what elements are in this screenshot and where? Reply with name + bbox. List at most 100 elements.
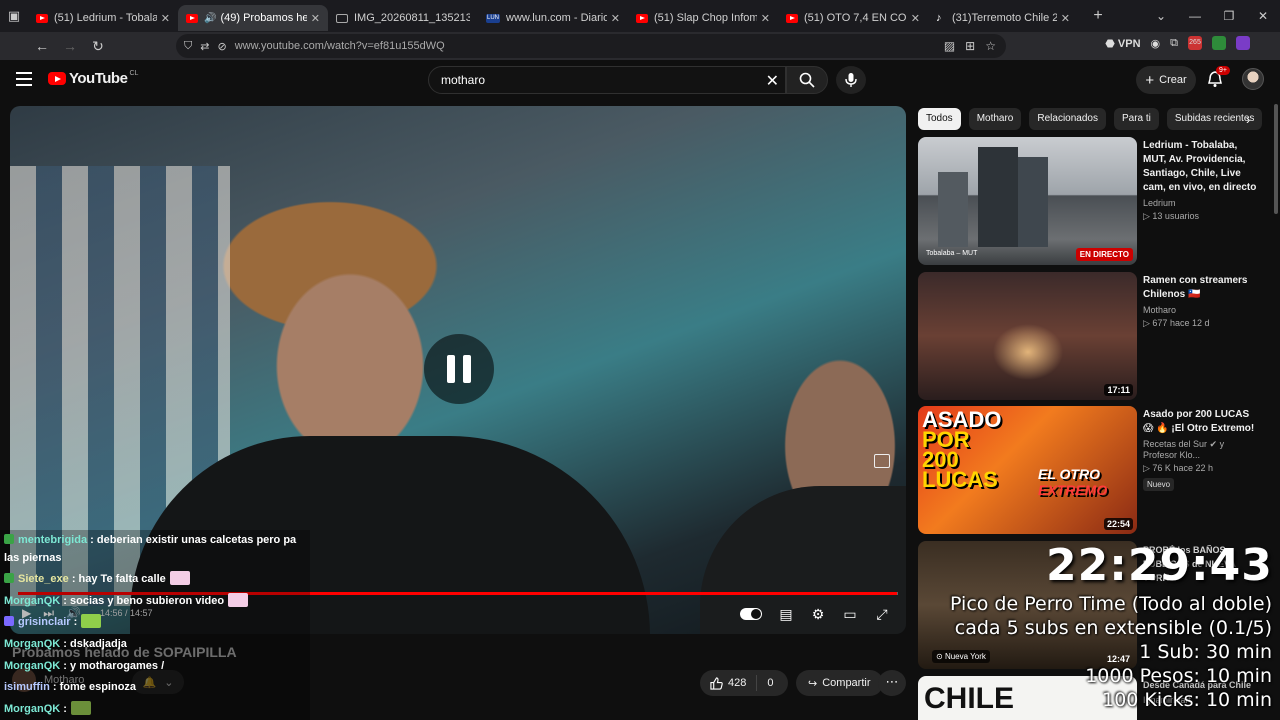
bookmark-star-icon[interactable]: ☆ <box>985 39 996 53</box>
views-text: 677 hace 12 d <box>1152 318 1210 328</box>
search-button[interactable] <box>786 66 828 94</box>
menu-icon[interactable] <box>16 72 32 86</box>
search-input[interactable]: motharo ✕ <box>428 66 786 94</box>
install-app-icon[interactable]: ⊞ <box>965 39 975 53</box>
youtube-favicon-icon <box>36 13 48 23</box>
recommendation-channel[interactable]: Motharo <box>1143 305 1258 315</box>
dislike-button[interactable]: 0 <box>757 677 773 689</box>
plus-icon: + <box>1145 71 1155 89</box>
browser-tab[interactable]: (51) Ledrium - Tobalaba, MUT, A ✕ <box>28 5 178 31</box>
subtitles-icon[interactable]: ▤ <box>778 606 794 622</box>
tab-actions-icon[interactable]: ▣ <box>0 0 28 32</box>
browser-tab[interactable]: LUN www.lun.com - Diario Las Ultim ✕ <box>478 5 628 31</box>
overlay-line: cada 5 subs en extensible (0.1/5) <box>954 617 1272 639</box>
dislike-count: 0 <box>767 677 774 689</box>
chevron-right-icon[interactable]: › <box>1246 112 1250 127</box>
voice-search-button[interactable] <box>836 66 866 94</box>
back-icon[interactable]: ← <box>30 38 54 54</box>
speaker-icon[interactable]: 🔊 <box>204 13 216 24</box>
tab-title: (31)Terremoto Chile 2015 Coqu <box>952 12 1057 24</box>
recommendation-views: ▷ 76 K hace 22 h <box>1143 463 1213 473</box>
fullscreen-icon[interactable]: ⤢ <box>874 606 890 622</box>
extensions-icon[interactable]: ⧉ <box>1170 37 1178 50</box>
recommendation-item[interactable]: EN DIRECTO Tobalaba – MUT Ledrium - Toba… <box>918 137 1258 265</box>
miniplayer-icon[interactable] <box>874 454 890 468</box>
screenshot-icon[interactable]: ▨ <box>944 39 955 53</box>
site-settings-icon[interactable]: ⇄ <box>200 40 209 53</box>
green-extension-icon[interactable] <box>1212 36 1226 50</box>
chip-todos[interactable]: Todos <box>918 108 961 130</box>
reload-icon[interactable]: ↻ <box>86 38 110 55</box>
recommendation-channel[interactable]: Ledrium <box>1143 198 1258 208</box>
stream-overlay-text: Pico de Perro Time (Todo al doble) cada … <box>950 592 1272 712</box>
recommendation-channel[interactable]: Recetas del Sur ✔ y Profesor Klo... <box>1143 439 1258 460</box>
theater-mode-icon[interactable]: ▭ <box>842 606 858 622</box>
recommendation-title[interactable]: Ledrium - Tobalaba, MUT, Av. Providencia… <box>1143 139 1258 195</box>
chat-username: Siete_exe <box>18 573 69 585</box>
browser-tab-bar: ▣ (51) Ledrium - Tobalaba, MUT, A ✕ 🔊 (49)… <box>0 0 1280 32</box>
emote-icon <box>81 614 102 628</box>
purple-extension-icon[interactable] <box>1236 36 1250 50</box>
browser-tab[interactable]: IMG_20260811_135213.jpg <box>328 5 478 31</box>
thumbnail-text-line: LUCAS <box>922 467 998 492</box>
logo-text: YouTube <box>69 70 128 87</box>
chip-relacionados[interactable]: Relacionados <box>1029 108 1106 130</box>
shield-icon[interactable]: ⛉ <box>184 40 192 53</box>
youtube-logo[interactable]: YouTube CL <box>48 70 138 87</box>
search-icon <box>799 72 815 88</box>
thumbnail-text: EL OTRO EXTREMO <box>1038 466 1107 498</box>
clear-search-icon[interactable]: ✕ <box>766 71 779 91</box>
thumbnail-caption: Tobalaba – MUT <box>926 250 978 257</box>
address-bar[interactable]: ⛉ ⇄ ⊘ www.youtube.com/watch?v=ef81u155dW… <box>176 34 1006 58</box>
chat-username: isimuffin <box>4 681 50 693</box>
video-thumbnail[interactable]: ASADO POR 200 LUCAS EL OTRO EXTREMO 22:54 <box>918 406 1137 534</box>
like-button[interactable]: 428 <box>700 675 758 691</box>
create-button[interactable]: + Crear <box>1136 66 1196 94</box>
close-window-icon[interactable]: ✕ <box>1246 9 1280 23</box>
chat-text: : y motharogames / <box>63 660 165 672</box>
vpn-icon[interactable]: ⬣ VPN <box>1105 37 1140 50</box>
close-tab-icon[interactable]: ✕ <box>911 12 920 25</box>
chip-motharo[interactable]: Motharo <box>968 108 1022 130</box>
page-scrollbar[interactable] <box>1274 104 1278 214</box>
browser-tab[interactable]: ♪ (31)Terremoto Chile 2015 Coqu ✕ <box>928 5 1078 31</box>
chat-text: : hay Te falta calle <box>71 573 166 585</box>
close-tab-icon[interactable]: ✕ <box>161 12 170 25</box>
restore-icon[interactable]: ❐ <box>1212 9 1246 23</box>
minimize-icon[interactable]: — <box>1178 9 1212 23</box>
share-button[interactable]: ↪ Compartir <box>796 670 883 696</box>
tab-search-icon[interactable]: ⌄ <box>1144 9 1178 23</box>
chip-para-ti[interactable]: Para ti <box>1113 108 1159 130</box>
extension-badge[interactable]: 265 <box>1188 36 1202 50</box>
new-tab-button[interactable]: + <box>1088 7 1108 25</box>
chat-message-continued: las piernas <box>4 550 61 567</box>
profile-icon[interactable]: ◉ <box>1151 37 1161 50</box>
video-thumbnail[interactable]: EN DIRECTO Tobalaba – MUT <box>918 137 1137 265</box>
recommendation-item[interactable]: 17:11 Ramen con streamers Chilenos 🇨🇱 Mo… <box>918 272 1258 400</box>
recommendation-title[interactable]: Ramen con streamers Chilenos 🇨🇱 <box>1143 274 1258 302</box>
recommendation-title[interactable]: Asado por 200 LUCAS 😱 🔥 ¡El Otro Extremo… <box>1143 408 1258 436</box>
close-tab-icon[interactable]: ✕ <box>611 12 620 25</box>
more-actions-icon[interactable]: ⋯ <box>878 670 906 696</box>
avatar[interactable] <box>1242 68 1264 90</box>
camera-off-icon[interactable]: ⊘ <box>217 40 226 53</box>
pause-button[interactable] <box>424 334 494 404</box>
browser-tab-active[interactable]: 🔊 (49) Probamos helado de S ✕ <box>178 5 328 31</box>
notifications-button[interactable]: 9+ <box>1206 66 1230 90</box>
recommendation-item[interactable]: ASADO POR 200 LUCAS EL OTRO EXTREMO 22:54 As… <box>918 406 1258 534</box>
autoplay-toggle[interactable] <box>740 608 762 620</box>
tab-title: (51) OTO 7,4 EN COLOMBIA ¿E <box>804 12 907 24</box>
close-tab-icon[interactable]: ✕ <box>761 12 770 25</box>
youtube-favicon-icon <box>186 13 198 23</box>
views-text: 76 K hace 22 h <box>1152 463 1213 473</box>
settings-gear-icon[interactable]: ⚙ <box>810 606 826 622</box>
close-tab-icon[interactable]: ✕ <box>311 12 320 25</box>
notification-count: 9+ <box>1216 66 1230 75</box>
browser-tab[interactable]: (51) Slap Chop Infomercial (Spa ✕ <box>628 5 778 31</box>
close-tab-icon[interactable]: ✕ <box>1061 12 1070 25</box>
tiktok-favicon-icon: ♪ <box>936 11 942 24</box>
url-text[interactable]: www.youtube.com/watch?v=ef81u155dWQ <box>235 40 445 52</box>
browser-tab[interactable]: (51) OTO 7,4 EN COLOMBIA ¿E ✕ <box>778 5 928 31</box>
video-thumbnail[interactable]: 17:11 <box>918 272 1137 400</box>
forward-icon[interactable]: → <box>58 38 82 54</box>
